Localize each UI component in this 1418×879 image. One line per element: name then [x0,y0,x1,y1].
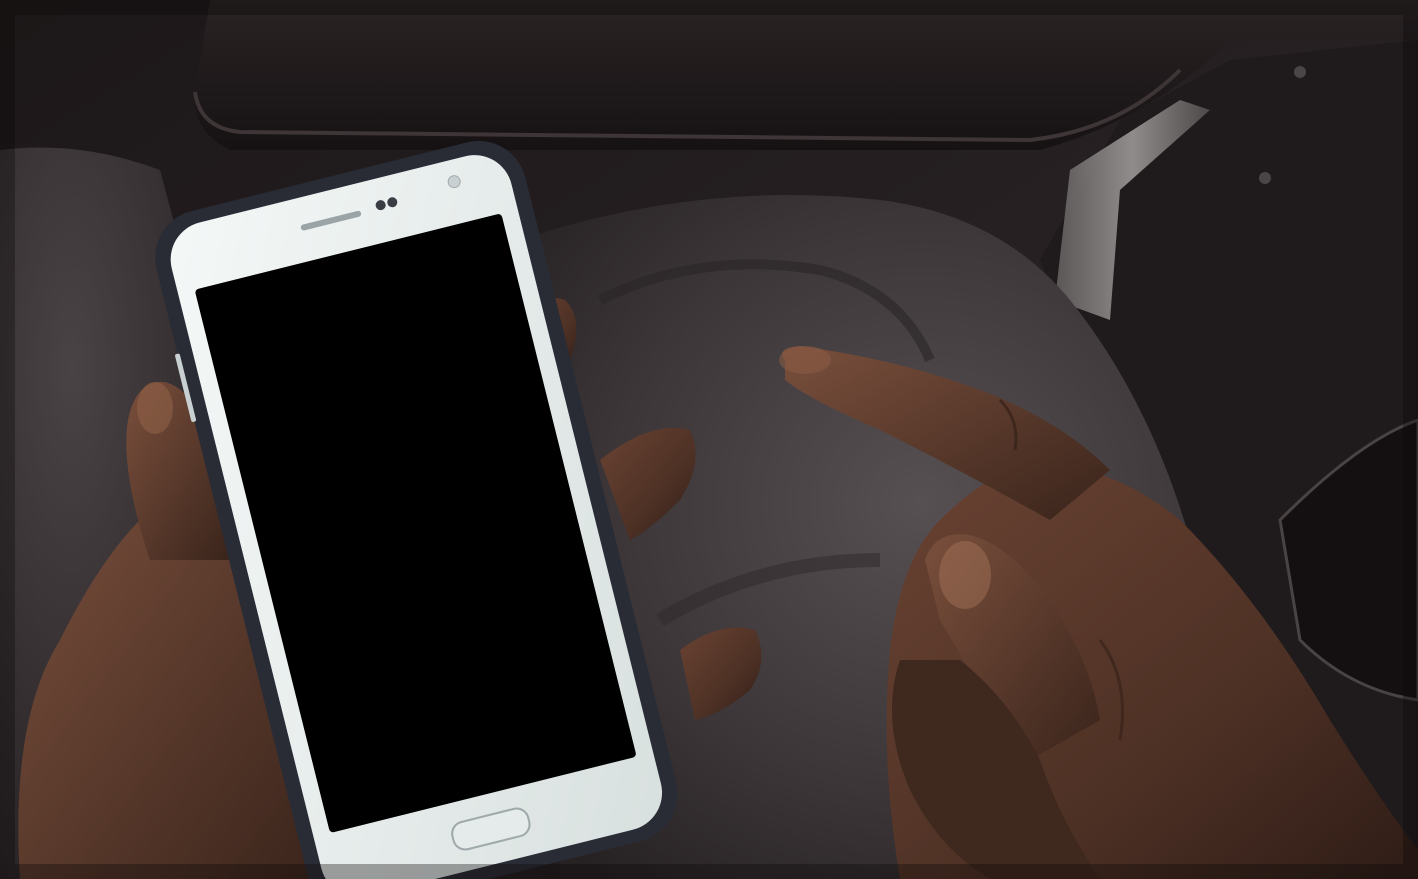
photo-scene [0,0,1418,879]
door-screw [1259,172,1271,184]
left-thumbnail [137,382,173,434]
right-index-fingertip [779,346,831,374]
right-thumbnail [939,541,991,609]
door-screw [1294,66,1306,78]
